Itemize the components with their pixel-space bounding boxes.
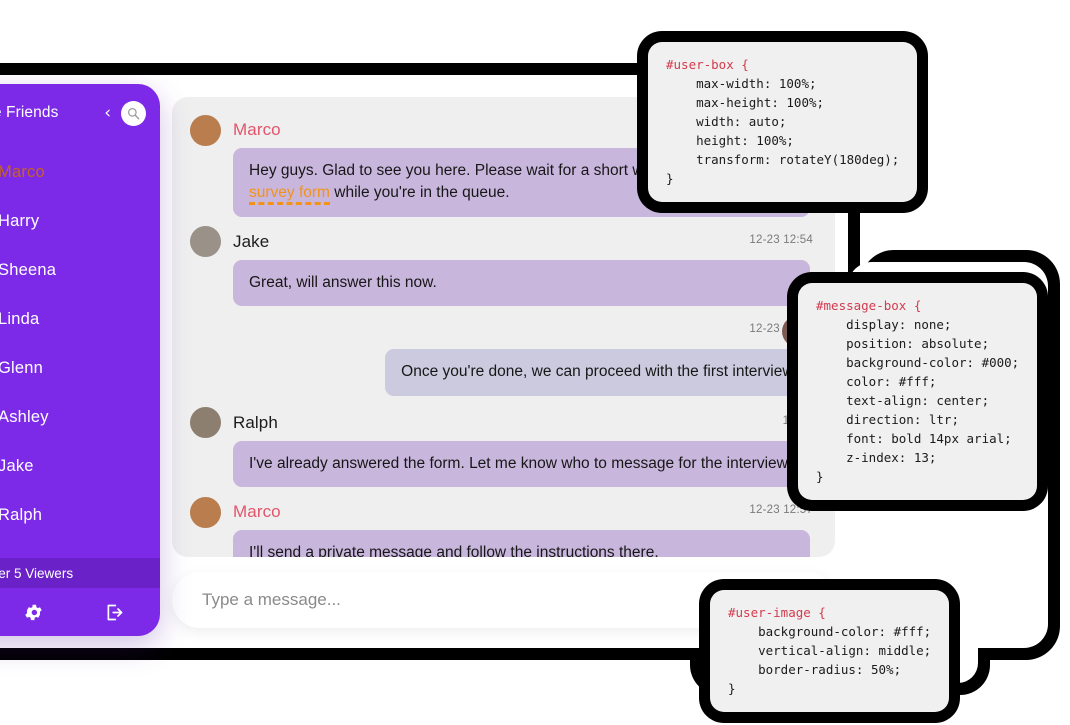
sidebar-footer — [0, 588, 160, 636]
friend-name: Jake — [0, 457, 34, 475]
code-callout-user-image: #user-image { background-color: #fff; ve… — [710, 590, 950, 712]
page-title: Invite Friends — [0, 104, 59, 121]
friend-item-linda[interactable]: Linda — [0, 295, 160, 344]
message-bubble: I'll send a private message and follow t… — [233, 530, 810, 557]
chat-message: Ralph12-23I've already answered the form… — [190, 407, 813, 488]
code-selector: #user-box { — [666, 57, 749, 72]
message-bubble: Once you're done, we can proceed with th… — [385, 349, 813, 396]
chat-message: Jake 12-23 12:54 Great, will answer this n… — [190, 226, 813, 307]
friend-name: Ashley — [0, 408, 49, 426]
viewer-status-bar: Speaker 5 Viewers — [0, 558, 160, 588]
message-header: Jake 12-23 12:54 — [190, 226, 813, 258]
friend-item-ashley[interactable]: Ashley — [0, 393, 160, 442]
message-text-after: while you're in the queue. — [329, 184, 510, 202]
friend-item-marco[interactable]: Marco — [0, 148, 160, 197]
friend-list: Marco Harry Sheena Linda Glenn Ashley Jake Ralp… — [0, 134, 160, 558]
friend-name: Ralph — [0, 506, 43, 524]
status-badge: Speaker 5 Viewers — [0, 565, 74, 581]
sidebar: Invite Friends ‹ Marco Harry Sheena Linda Gl… — [0, 84, 160, 636]
survey-form-link[interactable]: survey form — [249, 184, 330, 206]
chat-message: 12-23 12:55Once you're done, we can proc… — [190, 315, 813, 405]
message-author: Jake — [233, 231, 270, 251]
logout-icon[interactable] — [104, 602, 125, 623]
code-selector: #message-box { — [816, 298, 922, 313]
message-timestamp: 12-23 12:54 — [749, 233, 813, 246]
code-body: display: none; position: absolute; backg… — [816, 317, 1020, 484]
message-bubble: Great, will answer this now. — [233, 259, 810, 307]
friend-name: Glenn — [0, 359, 44, 377]
chevron-left-icon[interactable]: ‹ — [104, 104, 111, 122]
message-header: Marco 12-23 12:57 — [190, 496, 813, 528]
friend-name: Harry — [0, 212, 40, 230]
code-selector: #user-image { — [728, 605, 826, 620]
gear-icon[interactable] — [23, 602, 44, 623]
friend-name: Linda — [0, 310, 40, 328]
friend-name: Marco — [0, 163, 45, 181]
friend-item-harry[interactable]: Harry — [0, 197, 160, 246]
code-callout-user-box: #user-box { max-width: 100%; max-height:… — [648, 42, 918, 202]
chat-message: Marco 12-23 12:57 I'll send a private mess… — [190, 496, 813, 557]
message-author: Marco — [233, 120, 281, 139]
code-body: background-color: #fff; vertical-align: … — [728, 624, 932, 696]
message-header: Ralph12-23 — [190, 407, 813, 439]
code-callout-message-box: #message-box { display: none; position: … — [798, 283, 1038, 500]
friend-item-sheena[interactable]: Sheena — [0, 246, 160, 295]
avatar — [190, 496, 221, 528]
friend-item-jake[interactable]: Jake — [0, 442, 160, 491]
message-bubble: I've already answered the form. Let me k… — [233, 440, 810, 488]
message-timestamp: 12-23 12:57 — [749, 504, 813, 517]
sidebar-header: Invite Friends ‹ — [0, 92, 160, 134]
avatar — [190, 226, 221, 258]
avatar — [190, 407, 221, 439]
message-author: Marco — [233, 502, 281, 522]
search-icon[interactable] — [121, 100, 146, 126]
avatar — [190, 114, 221, 146]
message-header: 12-23 12:55 — [190, 315, 813, 347]
message-author: Ralph — [233, 412, 278, 432]
friend-name: Sheena — [0, 261, 57, 279]
friend-item-glenn[interactable]: Glenn — [0, 344, 160, 393]
friend-item-ralph[interactable]: Ralph — [0, 491, 160, 540]
code-body: max-width: 100%; max-height: 100%; width… — [666, 76, 900, 186]
